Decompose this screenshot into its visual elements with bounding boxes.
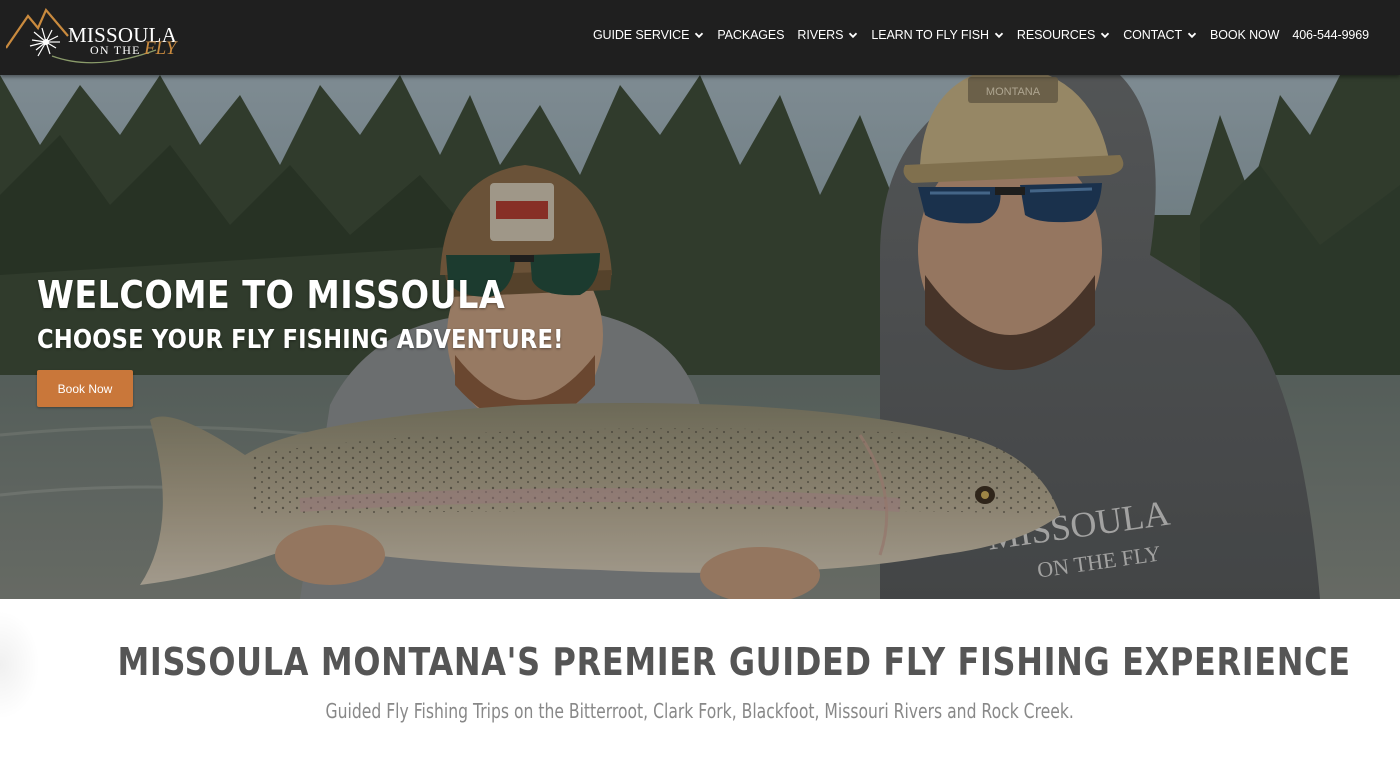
hero-subtitle: CHOOSE YOUR FLY FISHING ADVENTURE! <box>37 325 564 355</box>
nav-label: CONTACT <box>1123 28 1182 42</box>
nav-label: RIVERS <box>797 28 844 42</box>
nav-item-contact[interactable]: CONTACT <box>1123 28 1197 42</box>
hero-title: WELCOME TO MISSOULA <box>37 273 506 317</box>
intro-section <box>0 599 1400 783</box>
chevron-down-icon <box>994 30 1004 40</box>
chevron-down-icon <box>848 30 858 40</box>
nav-label: BOOK NOW <box>1210 28 1280 42</box>
nav-label: GUIDE SERVICE <box>592 28 690 42</box>
intro-subtitle-text: Guided Fly Fishing Trips on the Bitterro… <box>325 699 1075 723</box>
nav-item-phone[interactable]: 406-544-9969 <box>1292 28 1369 42</box>
logo-text-on-the: ON THE <box>90 43 141 57</box>
nav-item-resources[interactable]: RESOURCES <box>1017 28 1110 42</box>
nav-item-guide-service[interactable]: GUIDE SERVICE <box>593 28 704 42</box>
book-now-button[interactable]: Book Now <box>37 370 133 407</box>
site-logo[interactable]: MISSOULA ON THE FLY <box>6 6 177 68</box>
nav-label: LEARN TO FLY FISH <box>871 28 989 42</box>
nav-item-book-now[interactable]: BOOK NOW <box>1210 28 1279 42</box>
nav-label: RESOURCES <box>1016 28 1096 42</box>
logo-text-fly: FLY <box>144 38 177 59</box>
chevron-down-icon <box>1100 30 1110 40</box>
intro-title: MISSOULA MONTANA'S PREMIER GUIDED FLY FI… <box>0 643 1400 681</box>
intro-subtitle: Guided Fly Fishing Trips on the Bitterro… <box>0 701 1400 721</box>
intro-title-text: MISSOULA MONTANA'S PREMIER GUIDED FLY FI… <box>117 640 1351 684</box>
main-nav: GUIDE SERVICE PACKAGES RIVERS LEARN TO F… <box>580 28 1369 42</box>
nav-label: PACKAGES <box>717 28 785 42</box>
chevron-down-icon <box>694 30 704 40</box>
chevron-down-icon <box>1187 30 1197 40</box>
nav-label: 406-544-9969 <box>1292 28 1369 42</box>
nav-item-learn-to-fly-fish[interactable]: LEARN TO FLY FISH <box>871 28 1004 42</box>
site-header: MISSOULA ON THE FLY GUIDE SERVICE PACKAG… <box>0 0 1400 75</box>
nav-item-rivers[interactable]: RIVERS <box>797 28 858 42</box>
nav-item-packages[interactable]: PACKAGES <box>717 28 784 42</box>
